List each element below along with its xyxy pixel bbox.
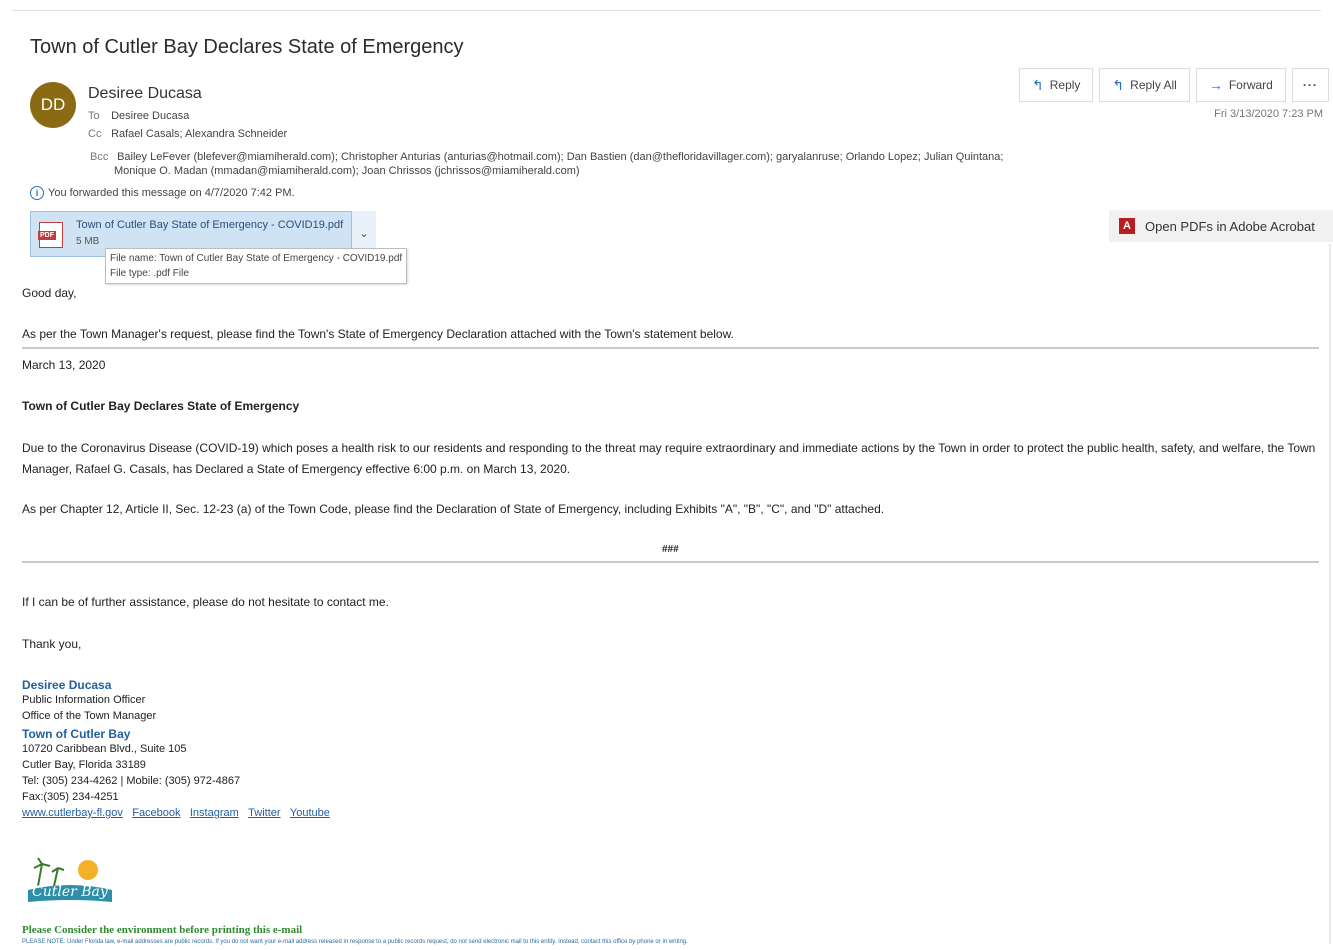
- email-subject: Town of Cutler Bay Declares State of Eme…: [30, 36, 464, 58]
- bcc-label: Bcc: [90, 151, 109, 163]
- bcc-line1[interactable]: Bailey LeFever (blefever@miamiherald.com…: [117, 151, 1003, 163]
- logo-text: Cutler Bay: [32, 884, 109, 900]
- forward-label: Forward: [1228, 78, 1273, 92]
- reply-all-button[interactable]: ↰ Reply All: [1099, 68, 1190, 102]
- bcc-line2[interactable]: Monique O. Madan (mmadan@miamiherald.com…: [90, 164, 580, 178]
- statement-paragraph-1: Due to the Coronavirus Disease (COVID-19…: [22, 441, 1316, 476]
- environment-note: Please Consider the environment before p…: [22, 924, 303, 936]
- signature-name: Desiree Ducasa: [22, 678, 112, 692]
- forward-button[interactable]: → Forward: [1195, 68, 1286, 102]
- statement-heading: Town of Cutler Bay Declares State of Eme…: [22, 399, 300, 413]
- acrobat-icon: A: [1119, 218, 1135, 234]
- thank-you-line: Thank you,: [22, 637, 82, 651]
- message-date: Fri 3/13/2020 7:23 PM: [1214, 108, 1323, 120]
- pdf-icon: PDF: [38, 222, 63, 248]
- instagram-link[interactable]: Instagram: [190, 807, 239, 819]
- youtube-link[interactable]: Youtube: [290, 807, 330, 819]
- open-pdf-label: Open PDFs in Adobe Acrobat: [1145, 218, 1315, 234]
- to-value[interactable]: Desiree Ducasa: [111, 110, 189, 122]
- reply-button[interactable]: ↰ Reply: [1019, 68, 1094, 102]
- bcc-row: Bcc Bailey LeFever (blefever@miamiherald…: [90, 150, 1070, 178]
- tooltip-file-type: File type: .pdf File: [110, 268, 189, 279]
- message-actions: ↰ Reply ↰ Reply All → Forward ···: [1019, 68, 1329, 102]
- header-divider: [12, 10, 1321, 11]
- signature-title: Public Information Officer: [22, 694, 146, 706]
- signature-address-2: Cutler Bay, Florida 33189: [22, 759, 146, 771]
- cc-value[interactable]: Rafael Casals; Alexandra Schneider: [111, 128, 287, 140]
- attachment-name: Town of Cutler Bay State of Emergency - …: [76, 219, 344, 231]
- intro-paragraph: As per the Town Manager's request, pleas…: [22, 327, 734, 341]
- signature-address-1: 10720 Caribbean Blvd., Suite 105: [22, 743, 187, 755]
- forwarded-note: i You forwarded this message on 4/7/2020…: [30, 186, 295, 200]
- more-actions-button[interactable]: ···: [1291, 68, 1329, 102]
- website-link[interactable]: www.cutlerbay-fl.gov: [22, 807, 123, 819]
- vertical-scrollbar[interactable]: [1329, 244, 1331, 944]
- cc-row: Cc Rafael Casals; Alexandra Schneider: [88, 127, 287, 141]
- statement-paragraph-2: As per Chapter 12, Article II, Sec. 12-2…: [22, 502, 885, 516]
- section-hashes: ###: [662, 544, 679, 555]
- public-records-note: PLEASE NOTE: Under Florida law, e-mail a…: [22, 939, 688, 945]
- avatar-initials: DD: [40, 95, 66, 114]
- forwarded-text: You forwarded this message on 4/7/2020 7…: [48, 187, 295, 199]
- facebook-link[interactable]: Facebook: [132, 807, 180, 819]
- open-pdf-button[interactable]: A Open PDFs in Adobe Acrobat: [1109, 210, 1333, 242]
- signature-block: Desiree Ducasa Public Information Office…: [22, 678, 336, 819]
- sender-name[interactable]: Desiree Ducasa: [88, 85, 202, 103]
- signature-org: Town of Cutler Bay: [22, 727, 131, 741]
- reply-label: Reply: [1049, 78, 1081, 92]
- divider-bottom: [22, 561, 1319, 563]
- forward-icon: →: [1208, 77, 1223, 93]
- info-icon: i: [30, 186, 44, 200]
- date-line: March 13, 2020: [22, 358, 106, 372]
- divider-top: [22, 347, 1319, 349]
- sender-avatar[interactable]: DD: [30, 82, 76, 128]
- reply-all-icon: ↰: [1112, 76, 1125, 93]
- closing-line: If I can be of further assistance, pleas…: [22, 595, 389, 609]
- signature-links: www.cutlerbay-fl.gov Facebook Instagram …: [22, 805, 336, 819]
- cutler-bay-logo: Cutler Bay: [28, 857, 112, 902]
- signature-phone: Tel: (305) 234-4262 | Mobile: (305) 972-…: [22, 775, 241, 787]
- greeting: Good day,: [22, 286, 77, 300]
- to-row: To Desiree Ducasa: [88, 109, 189, 123]
- reply-icon: ↰: [1032, 76, 1044, 93]
- signature-office: Office of the Town Manager: [22, 710, 157, 722]
- cc-label: Cc: [88, 128, 102, 140]
- reply-all-label: Reply All: [1130, 78, 1177, 92]
- attachment-tooltip: File name: Town of Cutler Bay State of E…: [105, 248, 408, 284]
- signature-fax: Fax:(305) 234-4251: [22, 791, 119, 803]
- tooltip-file-name: File name: Town of Cutler Bay State of E…: [110, 253, 403, 264]
- to-label: To: [88, 110, 100, 122]
- attachment-size: 5 MB: [76, 236, 100, 247]
- twitter-link[interactable]: Twitter: [248, 807, 280, 819]
